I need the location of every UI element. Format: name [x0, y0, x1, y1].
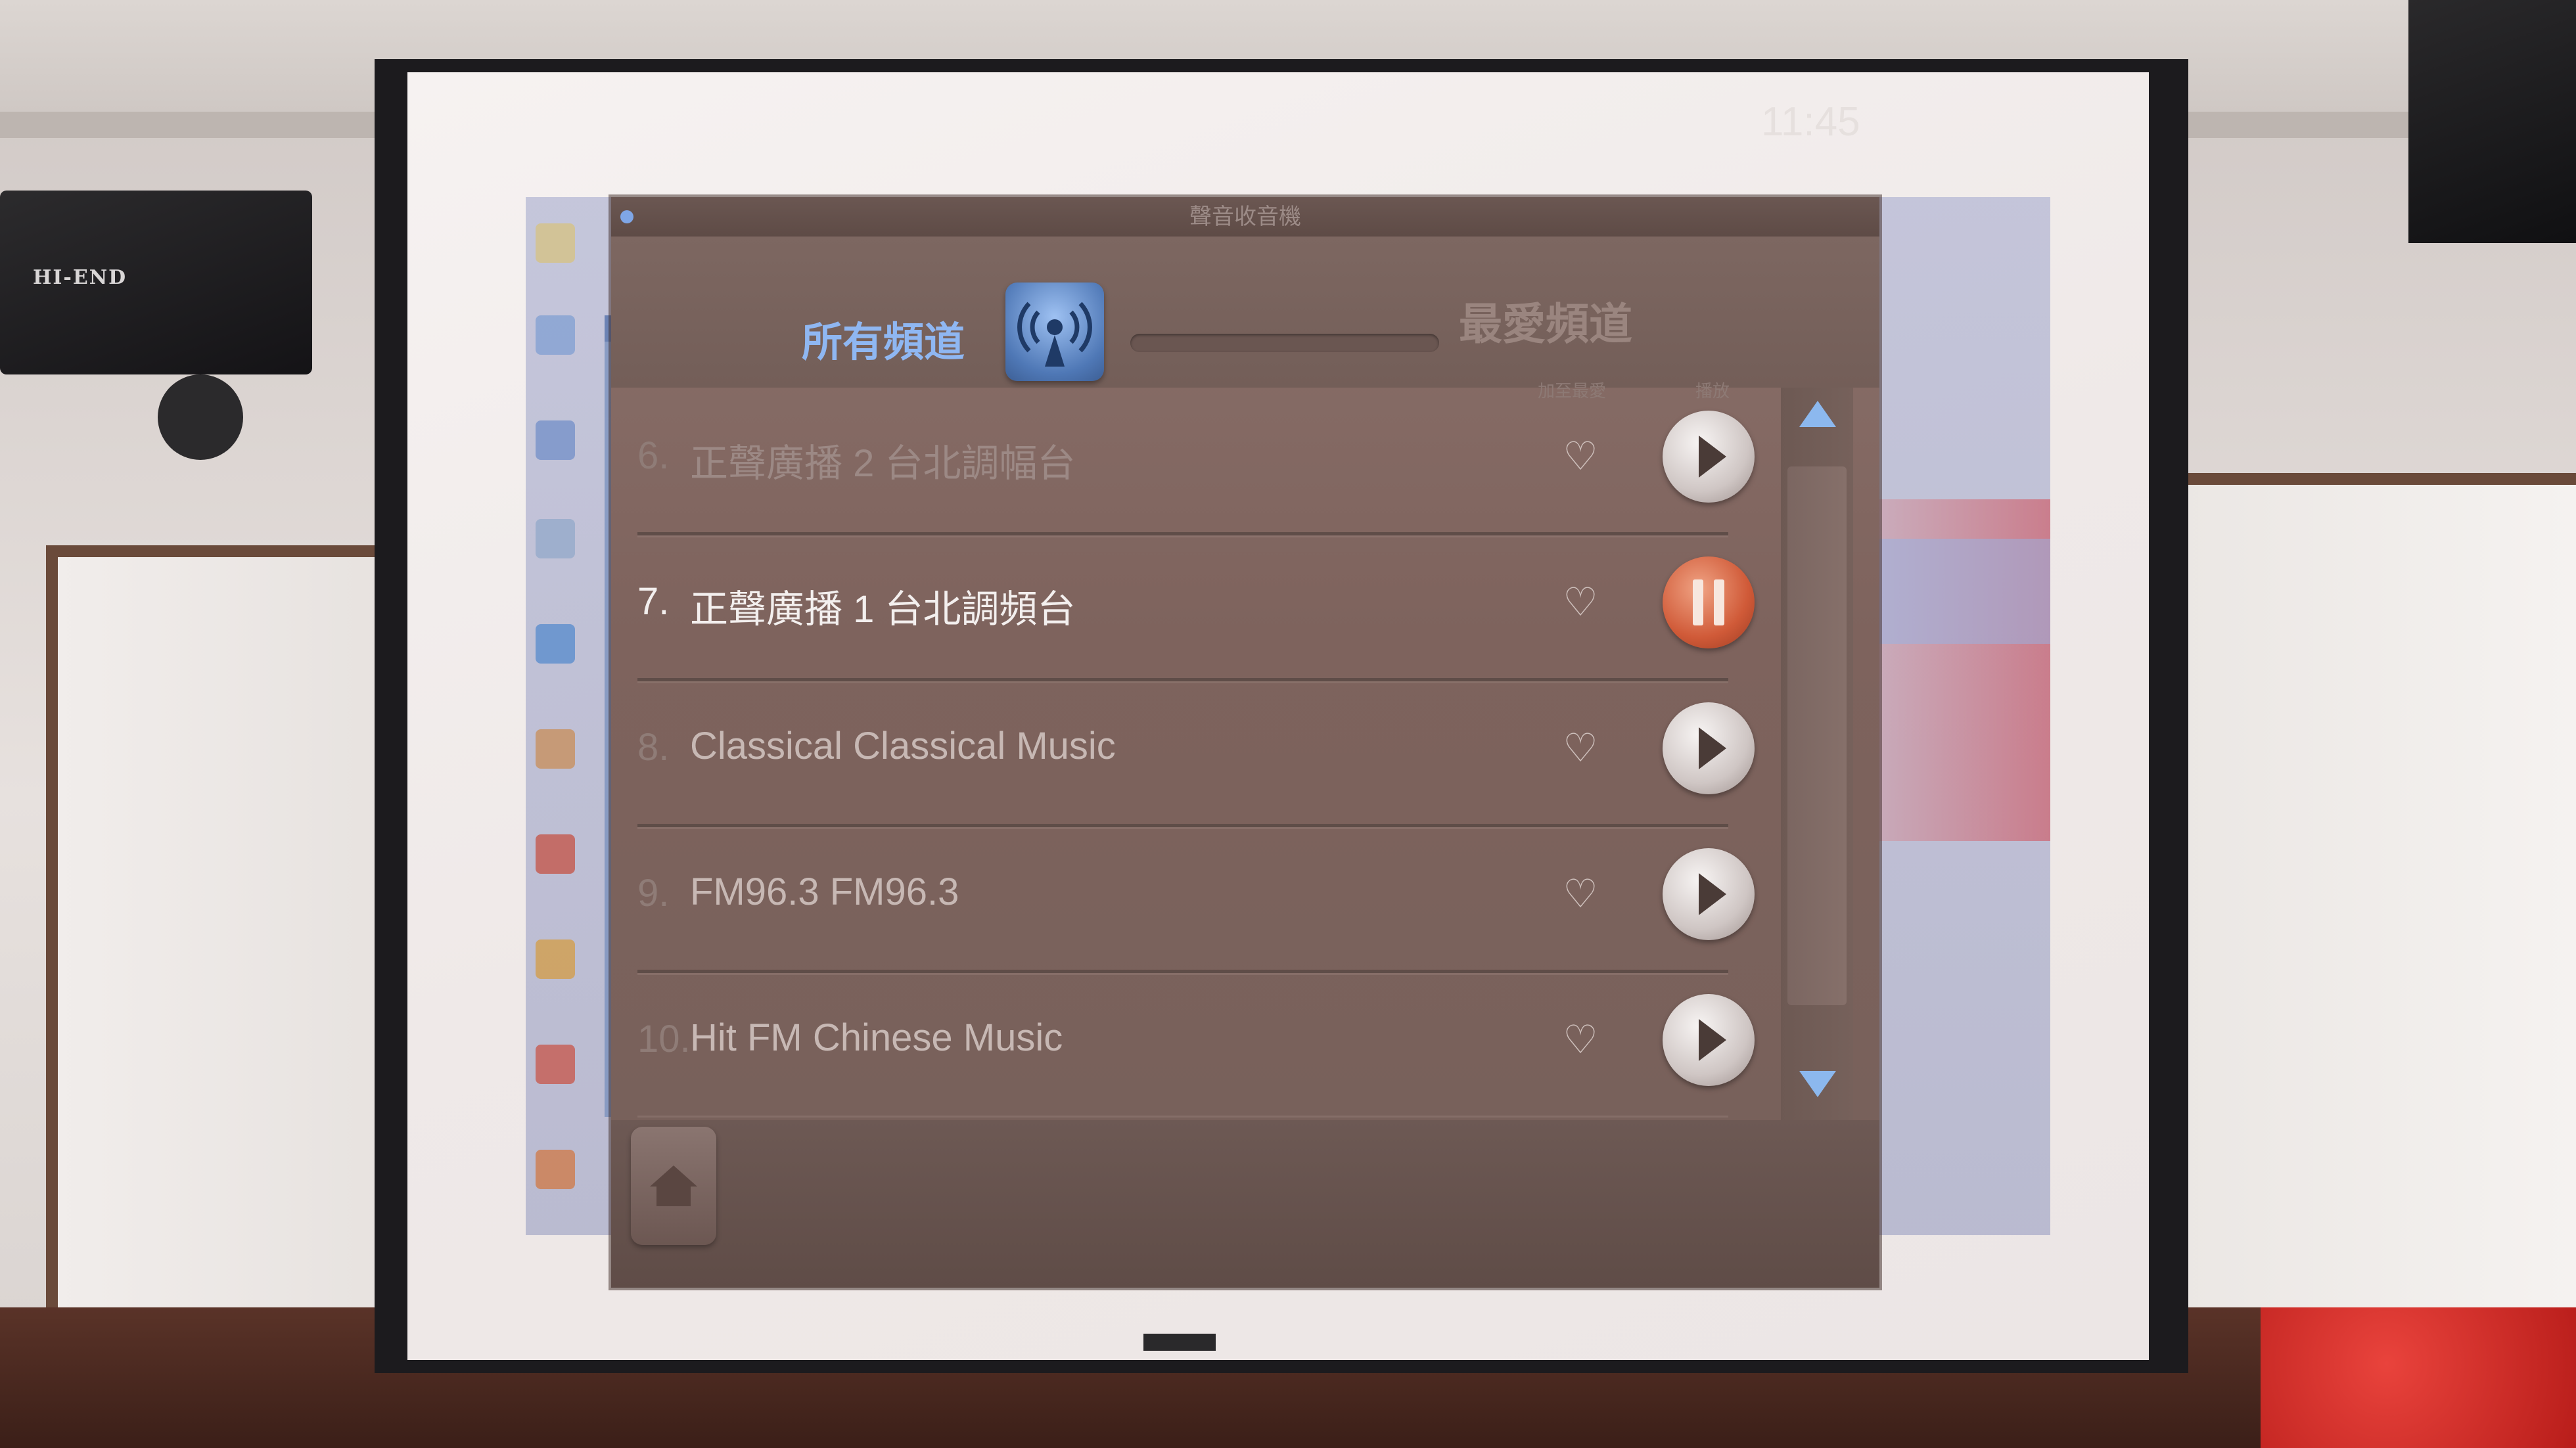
- desktop-icon[interactable]: [536, 939, 575, 979]
- station-name: Hit FM Chinese Music: [690, 1016, 1063, 1059]
- channel-header: 所有頻道 最愛頻道 加至最愛 播放: [611, 237, 1879, 401]
- desktop-icon[interactable]: [536, 223, 575, 263]
- wall-speaker-right: [2408, 0, 2576, 243]
- station-row[interactable]: 9. FM96.3 FM96.3 ♡: [637, 825, 1755, 973]
- chevron-down-icon[interactable]: [1799, 1071, 1836, 1097]
- pause-button[interactable]: [1663, 556, 1755, 648]
- station-list: 6. 正聲廣播 2 台北調幅台 ♡ 7. 正聲廣播 1 台北調頻台 ♡ 8. C…: [637, 388, 1755, 1120]
- station-name: 正聲廣播 2 台北調幅台: [690, 442, 1076, 485]
- radio-app-window: 聲音收音機 11:45 所有頻道 最愛頻道 加至最愛 播放 6. 正聲廣播 2 …: [611, 99, 1879, 1288]
- pause-icon-bar: [1714, 579, 1724, 625]
- whiteboard-right: [2182, 473, 2576, 1313]
- station-index: 7.: [637, 580, 670, 623]
- app-footer: [611, 1120, 1879, 1288]
- station-row[interactable]: 8. Classical Classical Music ♡: [637, 679, 1755, 827]
- home-button[interactable]: [631, 1127, 716, 1245]
- play-button[interactable]: [1663, 994, 1755, 1086]
- desktop-icon[interactable]: [536, 519, 575, 558]
- station-index: 9.: [637, 872, 670, 915]
- clock: 11:45: [1761, 99, 1860, 145]
- desktop-icon[interactable]: [536, 420, 575, 460]
- heart-icon[interactable]: ♡: [1557, 434, 1603, 480]
- speaker-brand-label: HI-END: [33, 266, 127, 289]
- desktop-icon[interactable]: [536, 1150, 575, 1189]
- heart-icon[interactable]: ♡: [1557, 579, 1603, 625]
- app-titlebar[interactable]: 聲音收音機: [611, 197, 1879, 237]
- background-wallpaper-graphic: [1879, 539, 2050, 644]
- play-button[interactable]: [1663, 848, 1755, 940]
- tab-favorite-channels[interactable]: 最愛頻道: [1459, 289, 1632, 352]
- speaker-mount: [158, 374, 243, 460]
- wall-speaker-left: HI-END: [0, 191, 312, 374]
- tab-switch-slider[interactable]: [1130, 334, 1439, 352]
- desktop-icon[interactable]: [536, 624, 575, 664]
- home-icon: [650, 1165, 697, 1206]
- desktop-icon[interactable]: [536, 729, 575, 769]
- desktop-icon[interactable]: [536, 1045, 575, 1084]
- station-row[interactable]: 6. 正聲廣播 2 台北調幅台 ♡: [637, 388, 1755, 535]
- station-name: FM96.3 FM96.3: [690, 871, 959, 913]
- station-index: 6.: [637, 434, 670, 477]
- desktop-icon[interactable]: [536, 315, 575, 355]
- play-button[interactable]: [1663, 411, 1755, 503]
- station-row-active[interactable]: 7. 正聲廣播 1 台北調頻台 ♡: [637, 533, 1755, 681]
- heart-icon[interactable]: ♡: [1557, 1017, 1603, 1063]
- app-title: 聲音收音機: [1189, 204, 1301, 230]
- broadcast-icon-graphic: [1017, 302, 1092, 367]
- heart-icon[interactable]: ♡: [1557, 725, 1603, 771]
- pause-icon-bar: [1693, 579, 1703, 625]
- broadcast-icon[interactable]: [1005, 283, 1104, 381]
- chevron-up-icon[interactable]: [1799, 401, 1836, 427]
- scrollbar-thumb[interactable]: [1787, 466, 1847, 1005]
- station-index: 8.: [637, 726, 670, 769]
- play-button[interactable]: [1663, 702, 1755, 794]
- station-index: 10.: [637, 1018, 691, 1060]
- desktop-icon[interactable]: [536, 834, 575, 874]
- screen-brand-plate: [1143, 1334, 1216, 1351]
- heart-icon[interactable]: ♡: [1557, 871, 1603, 917]
- station-name: 正聲廣播 1 台北調頻台: [690, 588, 1076, 631]
- station-row[interactable]: 10. Hit FM Chinese Music ♡: [637, 971, 1755, 1116]
- tab-all-channels[interactable]: 所有頻道: [802, 309, 965, 368]
- station-scrollbar[interactable]: [1781, 388, 1853, 1120]
- station-name: Classical Classical Music: [690, 725, 1116, 767]
- red-cloth: [2261, 1307, 2576, 1448]
